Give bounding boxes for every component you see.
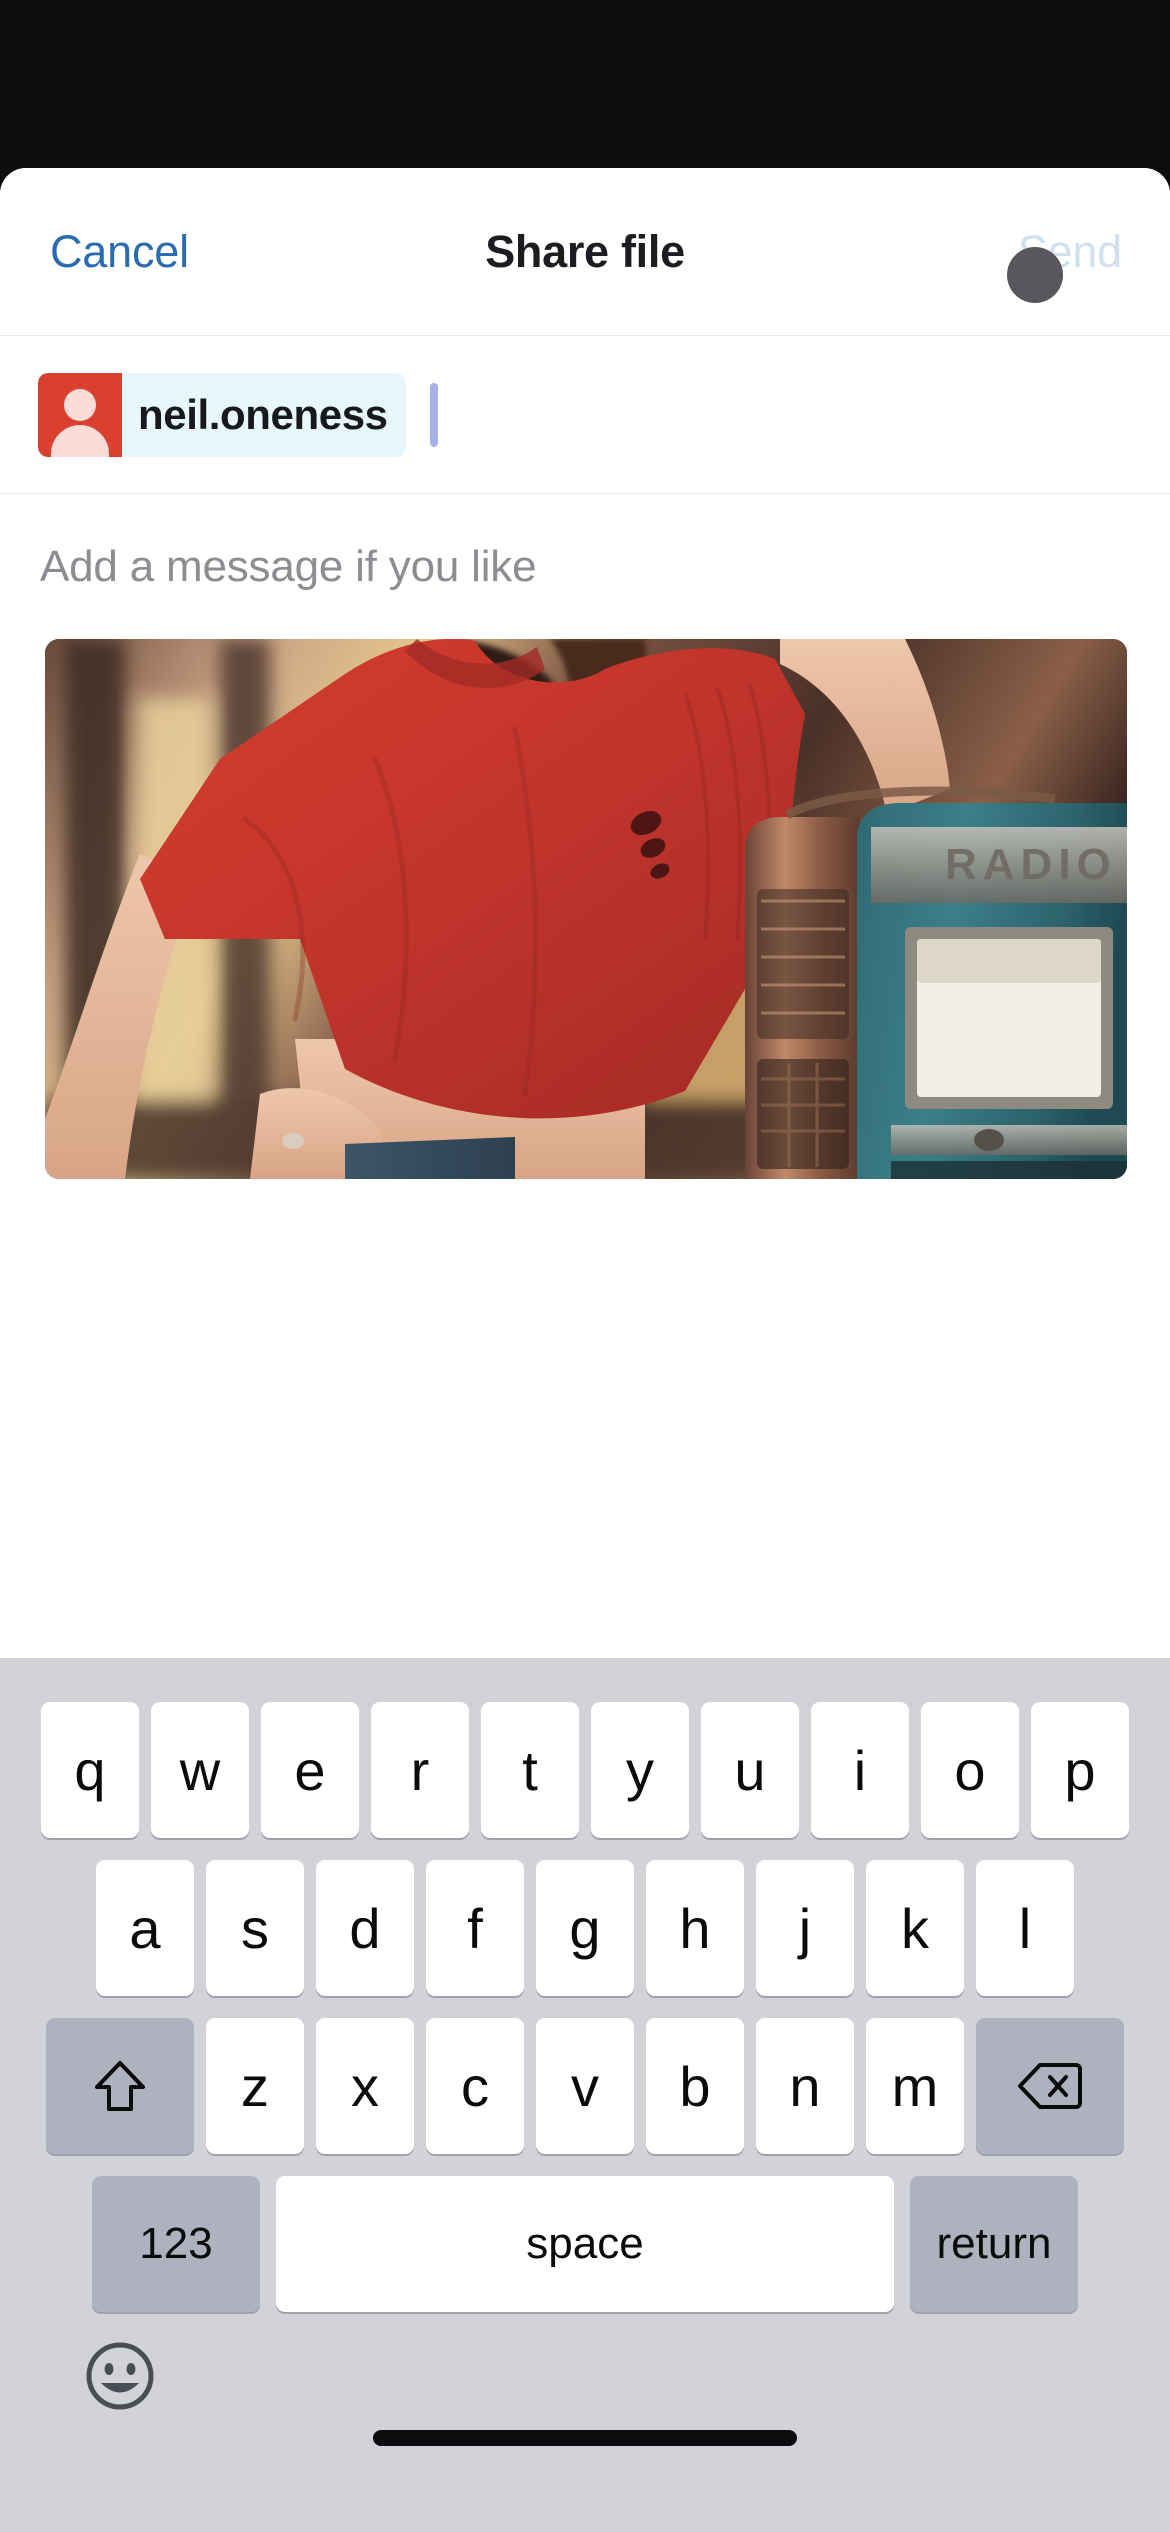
keyboard-bottom-bar [0,2312,1170,2472]
message-input-placeholder[interactable]: Add a message if you like [40,542,537,592]
phone-screen: Cancel Share file Send neil.oneness Add … [0,0,1170,2532]
key-g[interactable]: g [536,1860,634,1996]
key-p[interactable]: p [1031,1702,1129,1838]
key-x[interactable]: x [316,2018,414,2154]
space-key[interactable]: space [276,2176,894,2312]
key-z[interactable]: z [206,2018,304,2154]
recipients-field[interactable]: neil.oneness [0,336,1170,494]
key-a[interactable]: a [96,1860,194,1996]
page-title: Share file [485,226,685,277]
key-k[interactable]: k [866,1860,964,1996]
key-w[interactable]: w [151,1702,249,1838]
attachment-image-preview[interactable]: RADIO [45,639,1127,1179]
recipient-chip[interactable]: neil.oneness [38,372,406,457]
key-t[interactable]: t [481,1702,579,1838]
keyboard-row-3: z x c v b n m [0,1996,1170,2154]
key-s[interactable]: s [206,1860,304,1996]
key-d[interactable]: d [316,1860,414,1996]
key-b[interactable]: b [646,2018,744,2154]
recipient-name: neil.oneness [138,390,388,438]
keyboard-row-4: 123 space return [0,2154,1170,2312]
person-icon [38,372,122,457]
keyboard-row-2: a s d f g h j k l [0,1838,1170,1996]
share-file-sheet: Cancel Share file Send neil.oneness Add … [0,168,1170,1658]
key-r[interactable]: r [371,1702,469,1838]
avatar-body-shape [51,424,109,457]
key-h[interactable]: h [646,1860,744,1996]
message-body: Add a message if you like RADIO [0,494,1170,1658]
backspace-delete-icon [1018,2061,1082,2111]
key-v[interactable]: v [536,2018,634,2154]
text-caret [429,382,438,447]
svg-text:RADIO: RADIO [945,840,1117,889]
key-q[interactable]: q [41,1702,139,1838]
sheet-nav-bar: Cancel Share file Send [0,168,1170,336]
numeric-mode-key[interactable]: 123 [92,2176,260,2312]
key-j[interactable]: j [756,1860,854,1996]
keyboard-row-1: q w e r t y u i o p [0,1658,1170,1838]
key-u[interactable]: u [701,1702,799,1838]
key-o[interactable]: o [921,1702,1019,1838]
key-c[interactable]: c [426,2018,524,2154]
shift-key[interactable] [46,2018,194,2154]
key-f[interactable]: f [426,1860,524,1996]
send-button[interactable]: Send [1018,168,1122,336]
shift-up-arrow-icon [93,2057,147,2115]
on-screen-keyboard[interactable]: q w e r t y u i o p a s d f g h j k l z … [0,1658,1170,2532]
emoji-key[interactable] [84,2340,156,2412]
key-y[interactable]: y [591,1702,689,1838]
smiley-face-icon [84,2342,156,2416]
key-m[interactable]: m [866,2018,964,2154]
home-indicator [373,2430,797,2446]
key-n[interactable]: n [756,2018,854,2154]
key-i[interactable]: i [811,1702,909,1838]
key-l[interactable]: l [976,1860,1074,1996]
backspace-key[interactable] [976,2018,1124,2154]
key-e[interactable]: e [261,1702,359,1838]
return-key[interactable]: return [910,2176,1078,2312]
avatar-head-shape [64,388,96,421]
